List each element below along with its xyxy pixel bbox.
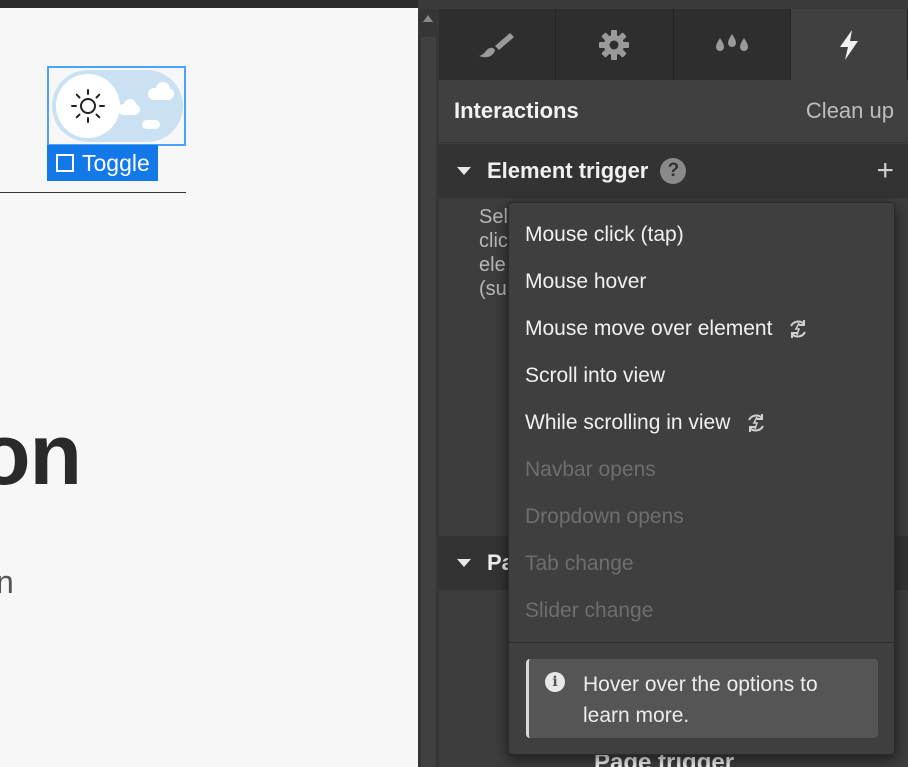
tab-interactions[interactable] — [790, 9, 908, 80]
info-icon: i — [545, 672, 565, 692]
trigger-options-list: Mouse click (tap) Mouse hover Mouse move… — [509, 211, 894, 634]
selection-outline — [47, 66, 186, 146]
clean-up-link[interactable]: Clean up — [806, 98, 894, 124]
hint-box: i Hover over the options to learn more. — [526, 659, 878, 738]
help-icon[interactable]: ? — [660, 158, 687, 184]
interactions-title: Interactions — [454, 98, 579, 123]
tab-style[interactable] — [439, 9, 557, 80]
dropdown-divider — [509, 642, 894, 643]
interactions-header: Interactions Clean up — [439, 80, 908, 143]
add-trigger-button[interactable]: + — [876, 156, 894, 186]
tab-style-manager[interactable] — [673, 9, 791, 80]
divider-line — [0, 192, 186, 193]
option-label: Slider change — [525, 598, 654, 622]
option-label: Mouse click (tap) — [525, 222, 684, 246]
option-label: Scroll into view — [525, 363, 666, 387]
option-label: Tab change — [525, 551, 634, 575]
selection-label-text: Toggle — [82, 149, 150, 176]
option-scroll-into-view[interactable]: Scroll into view — [509, 352, 894, 399]
option-label: Navbar opens — [525, 457, 656, 481]
element-trigger-label: Element trigger — [487, 158, 649, 183]
option-mouse-click[interactable]: Mouse click (tap) — [509, 211, 894, 258]
brush-icon — [479, 32, 515, 57]
option-label: Mouse move over element — [525, 316, 773, 340]
option-mouse-hover[interactable]: Mouse hover — [509, 258, 894, 305]
collapse-caret-icon[interactable] — [457, 559, 471, 567]
scroll-thumb[interactable] — [421, 37, 436, 767]
option-mouse-move-over-element[interactable]: Mouse move over element — [509, 305, 894, 352]
collapse-caret-icon[interactable] — [457, 167, 471, 175]
scroll-up-arrow-icon[interactable] — [423, 15, 433, 22]
panel-tabbar — [439, 9, 908, 80]
hint-text: Hover over the options to learn more. — [583, 673, 818, 727]
option-navbar-opens: Navbar opens — [509, 446, 894, 493]
option-label: Dropdown opens — [525, 504, 684, 528]
canvas-subtext: n — [0, 564, 14, 601]
checkbox-icon — [56, 154, 74, 172]
tab-settings[interactable] — [556, 9, 674, 80]
selection-label[interactable]: Toggle — [47, 145, 158, 181]
option-slider-change: Slider change — [509, 587, 894, 634]
drops-icon — [715, 33, 748, 51]
gear-icon — [599, 29, 630, 60]
option-while-scrolling-in-view[interactable]: While scrolling in view — [509, 399, 894, 446]
continuous-animation-icon — [744, 411, 768, 435]
lightning-icon — [839, 29, 858, 60]
option-label: Mouse hover — [525, 269, 647, 293]
option-label: While scrolling in view — [525, 410, 731, 434]
element-trigger-section[interactable]: Element trigger ? + — [439, 144, 908, 198]
canvas-scrollbar[interactable] — [418, 9, 439, 767]
option-tab-change: Tab change — [509, 540, 894, 587]
design-canvas[interactable]: Toggle on n — [0, 0, 418, 767]
trigger-type-dropdown: Mouse click (tap) Mouse hover Mouse move… — [508, 202, 895, 755]
canvas-heading: on — [0, 407, 82, 503]
option-dropdown-opens: Dropdown opens — [509, 493, 894, 540]
continuous-animation-icon — [786, 317, 810, 341]
